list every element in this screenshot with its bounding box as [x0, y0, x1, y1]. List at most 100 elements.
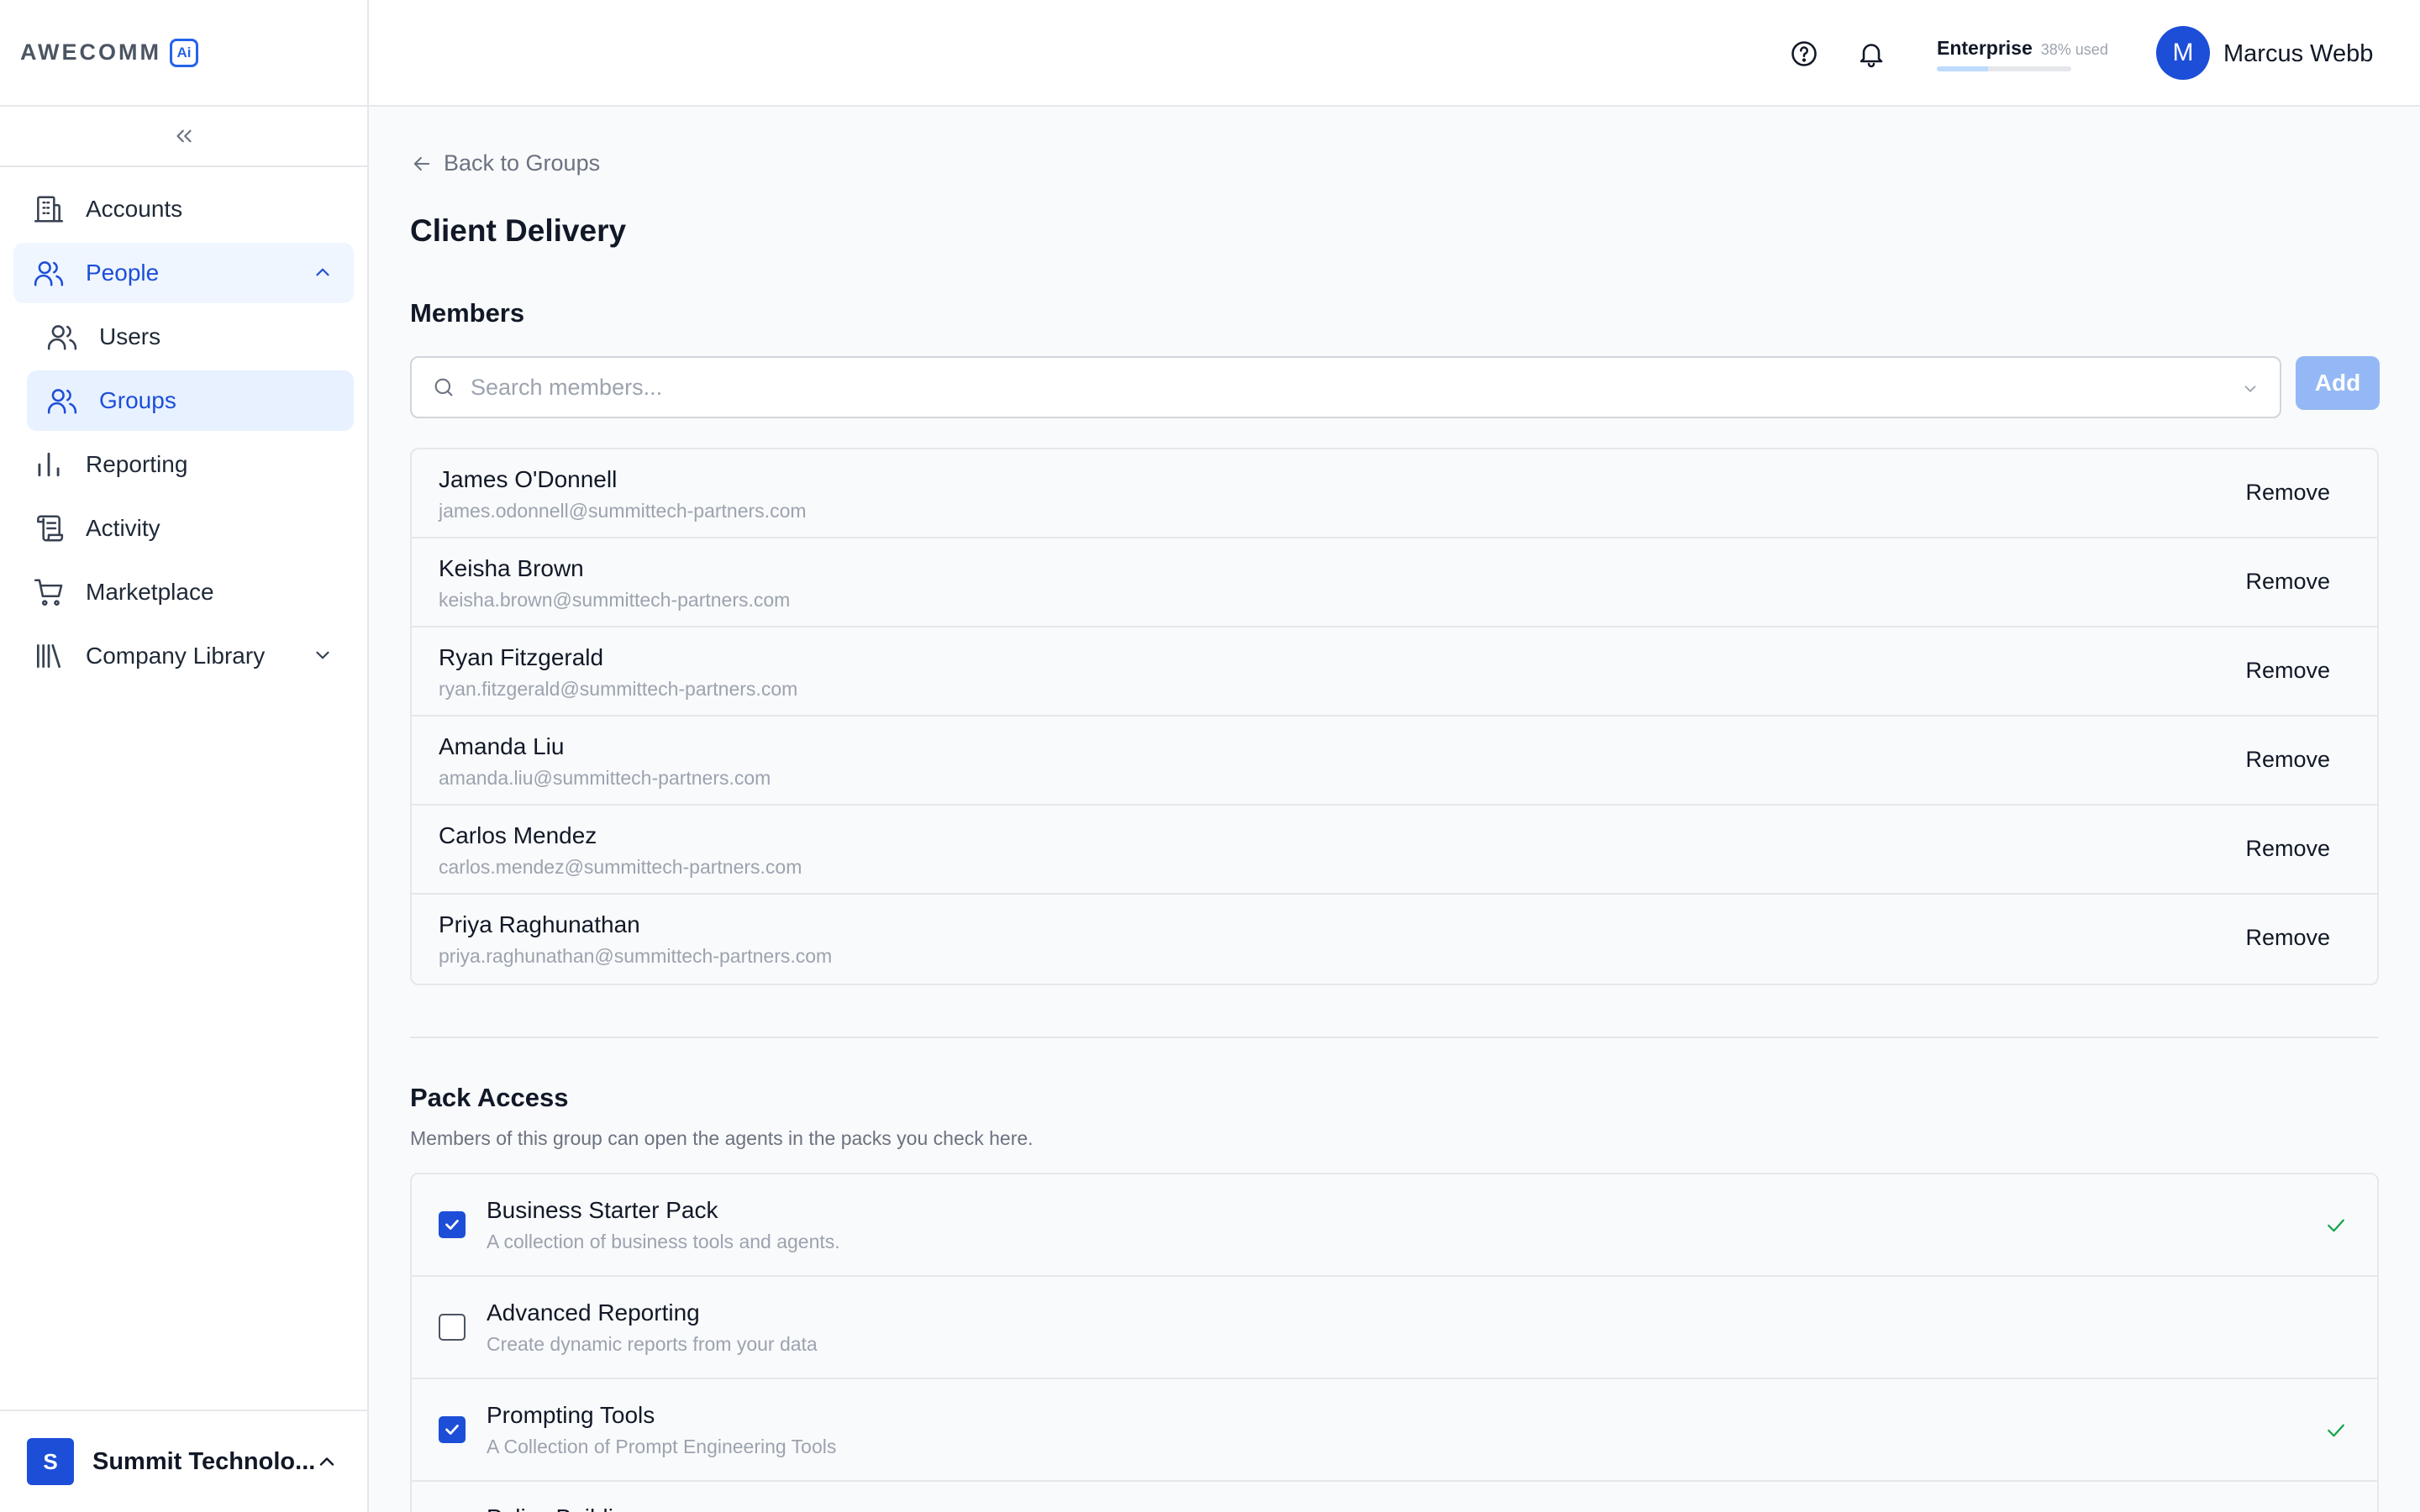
member-email: ryan.fitzgerald@summittech-partners.com	[439, 678, 798, 700]
sidebar-item-company-library[interactable]: Company Library	[13, 626, 354, 686]
main-content: Back to Groups Client Delivery Members A…	[369, 107, 2420, 1512]
member-search-input[interactable]	[471, 374, 2193, 401]
ai-badge: Ai	[169, 38, 198, 67]
member-email: amanda.liu@summittech-partners.com	[439, 767, 771, 789]
member-email: carlos.mendez@summittech-partners.com	[439, 856, 802, 878]
remove-member-button[interactable]: Remove	[2245, 569, 2330, 595]
check-icon	[2328, 1424, 2344, 1437]
pack-description: A collection of business tools and agent…	[487, 1231, 840, 1252]
members-section-title: Members	[410, 298, 525, 328]
arrow-left-icon	[413, 156, 430, 171]
member-email: keisha.brown@summittech-partners.com	[439, 589, 791, 611]
pack-name: Business Starter Pack	[487, 1197, 718, 1223]
sidebar-item-marketplace[interactable]: Marketplace	[13, 562, 354, 622]
member-name: James O'Donnell	[439, 466, 618, 492]
sidebar-item-label: Users	[99, 323, 161, 349]
remove-member-button[interactable]: Remove	[2245, 480, 2330, 506]
page-title: Client Delivery	[410, 213, 627, 248]
bar-chart-icon	[32, 448, 66, 481]
member-search-combobox[interactable]	[410, 356, 2281, 418]
library-icon	[32, 639, 66, 673]
sidebar-item-label: Activity	[86, 515, 160, 541]
back-to-groups-link[interactable]: Back to Groups	[410, 150, 600, 176]
org-avatar: S	[27, 1438, 74, 1485]
pack-row[interactable]: Prompting Tools A Collection of Prompt En…	[412, 1379, 2377, 1482]
sidebar-item-label: Groups	[99, 387, 176, 413]
org-name: Summit Technolo...	[92, 1447, 316, 1475]
pack-name: Prompting Tools	[487, 1402, 655, 1428]
pack-access-section-title: Pack Access	[410, 1083, 569, 1112]
help-circle-icon	[1791, 41, 1817, 66]
pack-name: Advanced Reporting	[487, 1299, 700, 1326]
users-icon	[32, 256, 66, 290]
member-email: james.odonnell@summittech-partners.com	[439, 500, 807, 522]
building-icon	[32, 192, 66, 226]
member-name: Amanda Liu	[439, 733, 565, 759]
users-icon	[45, 384, 79, 417]
member-row: Keisha Brown keisha.brown@summittech-part…	[412, 538, 2377, 627]
remove-member-button[interactable]: Remove	[2245, 836, 2330, 862]
member-name: Keisha Brown	[439, 555, 584, 581]
user-name[interactable]: Marcus Webb	[2223, 40, 2373, 68]
remove-member-button[interactable]: Remove	[2245, 658, 2330, 684]
sidebar-nav: Accounts People Users Groups Reporting A…	[0, 167, 367, 686]
top-header: Enterprise 38% used M Marcus Webb	[369, 0, 2420, 107]
member-row: Ryan Fitzgerald ryan.fitzgerald@summittec…	[412, 627, 2377, 717]
pack-row[interactable]: Policy Building	[412, 1482, 2377, 1512]
sidebar: AWECOMM Ai Accounts People Users Groups …	[0, 0, 369, 1512]
chevron-down-icon	[316, 651, 329, 659]
sidebar-item-label: Accounts	[86, 196, 183, 222]
member-row: James O'Donnell james.odonnell@summittech…	[412, 449, 2377, 538]
pack-row[interactable]: Business Starter Pack A collection of bus…	[412, 1174, 2377, 1277]
remove-member-button[interactable]: Remove	[2245, 747, 2330, 773]
chevron-up-icon	[319, 1457, 334, 1466]
organization-switcher[interactable]: S Summit Technolo...	[0, 1410, 367, 1512]
remove-member-button[interactable]: Remove	[2245, 925, 2330, 951]
pack-description: A Collection of Prompt Engineering Tools	[487, 1436, 837, 1457]
pack-checkbox[interactable]	[439, 1211, 466, 1238]
user-avatar[interactable]: M	[2156, 26, 2210, 80]
add-member-button[interactable]: Add	[2296, 356, 2380, 410]
sidebar-item-people[interactable]: People	[13, 243, 354, 303]
sidebar-item-groups[interactable]: Groups	[27, 370, 354, 431]
pack-list: Business Starter Pack A collection of bus…	[410, 1173, 2379, 1512]
pack-name: Policy Building	[487, 1504, 639, 1512]
member-row: Carlos Mendez carlos.mendez@summittech-pa…	[412, 806, 2377, 895]
member-email: priya.raghunathan@summittech-partners.co…	[439, 945, 833, 967]
chevron-up-icon	[316, 268, 329, 276]
sidebar-item-label: Marketplace	[86, 579, 214, 605]
shopping-cart-icon	[32, 575, 66, 609]
pack-checkbox[interactable]	[439, 1314, 466, 1341]
brand-name: AWECOMM	[20, 39, 161, 65]
plan-usage-text: 38% used	[2040, 41, 2108, 58]
plan-name: Enterprise	[1937, 37, 2033, 59]
chevron-down-icon[interactable]	[2241, 380, 2260, 398]
pack-access-description: Members of this group can open the agent…	[410, 1127, 1034, 1149]
sidebar-item-reporting[interactable]: Reporting	[13, 434, 354, 495]
plan-usage[interactable]: Enterprise 38% used	[1937, 37, 2108, 71]
search-icon	[434, 378, 453, 396]
pack-checkbox[interactable]	[439, 1416, 466, 1443]
member-row: Amanda Liu amanda.liu@summittech-partners…	[412, 717, 2377, 806]
back-link-label: Back to Groups	[444, 150, 601, 176]
sidebar-item-activity[interactable]: Activity	[13, 498, 354, 559]
sidebar-item-label: People	[86, 260, 160, 286]
users-icon	[45, 320, 79, 354]
sidebar-item-label: Company Library	[86, 643, 266, 669]
plan-usage-bar	[1937, 66, 2071, 71]
member-row: Priya Raghunathan priya.raghunathan@summi…	[412, 895, 2377, 984]
sidebar-item-accounts[interactable]: Accounts	[13, 179, 354, 239]
chevrons-left-icon	[176, 129, 192, 143]
brand-logo[interactable]: AWECOMM Ai	[0, 0, 367, 107]
section-divider	[410, 1037, 2379, 1038]
member-name: Carlos Mendez	[439, 822, 597, 848]
check-icon	[2328, 1219, 2344, 1232]
collapse-sidebar-button[interactable]	[0, 107, 367, 167]
pack-row[interactable]: Advanced Reporting Create dynamic reports…	[412, 1277, 2377, 1379]
notifications-button[interactable]	[1856, 39, 1886, 73]
sidebar-item-users[interactable]: Users	[27, 307, 354, 367]
member-name: Ryan Fitzgerald	[439, 644, 604, 670]
help-button[interactable]	[1789, 39, 1819, 73]
plan-usage-fill	[1937, 66, 1988, 71]
member-name: Priya Raghunathan	[439, 911, 640, 937]
